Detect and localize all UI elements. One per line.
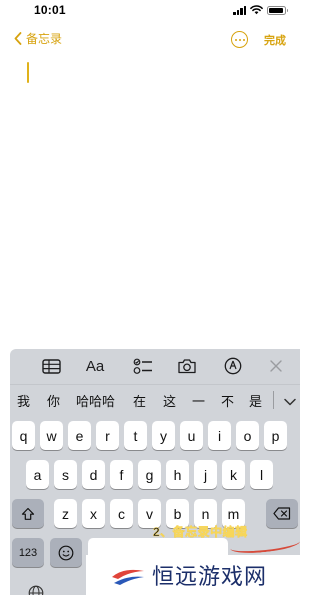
back-button[interactable]: 备忘录 — [14, 30, 62, 47]
key-z[interactable]: z — [54, 499, 77, 528]
candidate-bar: 我 你 哈哈哈 在 这 一 不 是 — [10, 384, 300, 414]
status-icons — [233, 5, 288, 15]
delete-key[interactable] — [266, 499, 298, 528]
shift-key[interactable] — [12, 499, 44, 528]
emoji-key[interactable] — [50, 538, 82, 567]
table-icon[interactable] — [40, 356, 62, 376]
key-o[interactable]: o — [236, 421, 259, 450]
backspace-icon — [273, 507, 291, 520]
candidate-divider — [273, 391, 274, 409]
key-y[interactable]: y — [152, 421, 175, 450]
markup-pen-icon[interactable] — [222, 356, 244, 376]
candidate-word[interactable]: 哈哈哈 — [76, 391, 115, 410]
key-j[interactable]: j — [194, 460, 217, 489]
key-g[interactable]: g — [138, 460, 161, 489]
candidate-word[interactable]: 在 — [133, 391, 146, 410]
key-q[interactable]: q — [12, 421, 35, 450]
emoji-icon — [58, 545, 74, 560]
key-e[interactable]: e — [68, 421, 91, 450]
key-t[interactable]: t — [124, 421, 147, 450]
key-k[interactable]: k — [222, 460, 245, 489]
candidate-word[interactable]: 我 — [17, 391, 30, 410]
key-f[interactable]: f — [110, 460, 133, 489]
checklist-icon[interactable] — [132, 356, 154, 376]
status-time: 10:01 — [34, 3, 66, 17]
key-l[interactable]: l — [250, 460, 273, 489]
shift-arrow-icon — [21, 507, 35, 520]
battery-level — [269, 7, 283, 13]
format-toolbar: Aa — [10, 349, 300, 383]
candidate-word[interactable]: 是 — [249, 391, 262, 410]
candidate-word[interactable]: 你 — [47, 391, 60, 410]
numbers-key[interactable]: 123 — [12, 538, 44, 567]
candidate-word[interactable]: 不 — [221, 391, 234, 410]
nav-bar: 备忘录 完成 — [0, 26, 300, 54]
back-button-label: 备忘录 — [26, 32, 63, 46]
watermark: 恒远游戏网 — [86, 555, 300, 595]
battery-icon — [267, 5, 288, 15]
key-r[interactable]: r — [96, 421, 119, 450]
cellular-signal-icon — [233, 5, 246, 15]
more-options-icon[interactable] — [231, 31, 248, 48]
key-w[interactable]: w — [40, 421, 63, 450]
key-u[interactable]: u — [180, 421, 203, 450]
text-cursor[interactable] — [27, 62, 29, 83]
key-c[interactable]: c — [110, 499, 133, 528]
chevron-left-icon — [14, 32, 22, 45]
status-bar: 10:01 — [0, 0, 300, 22]
key-h[interactable]: h — [166, 460, 189, 489]
candidate-word[interactable]: 一 — [192, 391, 205, 410]
brand-logo-icon — [112, 569, 144, 585]
key-d[interactable]: d — [82, 460, 105, 489]
done-button[interactable]: 完成 — [264, 32, 286, 48]
key-s[interactable]: s — [54, 460, 77, 489]
camera-icon[interactable] — [176, 356, 198, 376]
chevron-down-icon[interactable] — [284, 393, 296, 411]
key-a[interactable]: a — [26, 460, 49, 489]
wifi-icon — [250, 5, 263, 15]
close-icon[interactable] — [265, 356, 287, 376]
brand-name: 恒远游戏网 — [152, 565, 268, 590]
tutorial-caption: 2、备忘录中编辑 — [153, 525, 248, 540]
format-text-button[interactable]: Aa — [84, 356, 106, 376]
key-x[interactable]: x — [82, 499, 105, 528]
globe-icon[interactable] — [28, 585, 44, 595]
candidate-word[interactable]: 这 — [163, 391, 176, 410]
key-i[interactable]: i — [208, 421, 231, 450]
key-p[interactable]: p — [264, 421, 287, 450]
